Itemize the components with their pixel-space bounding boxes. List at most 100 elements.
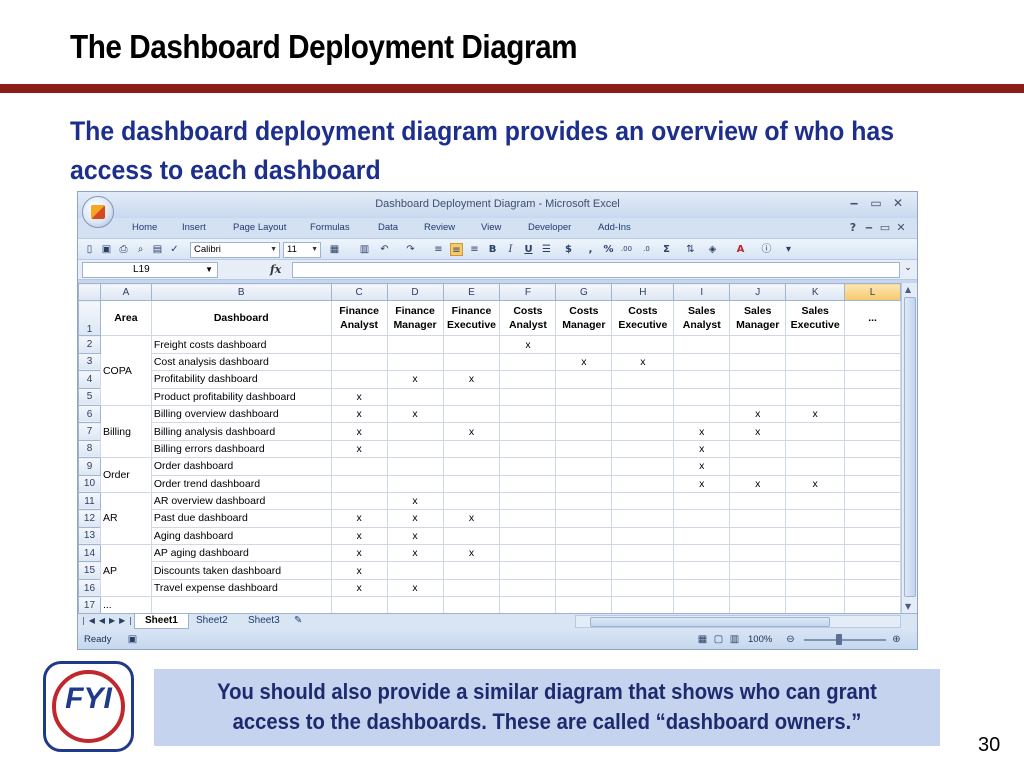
access-cell[interactable] [729,596,787,613]
access-cell[interactable]: x [330,404,388,424]
zoom-out-icon[interactable]: ⊖ [784,633,797,646]
access-cell[interactable]: x [330,439,388,459]
name-box[interactable]: L19 ▼ [82,262,218,278]
access-cell[interactable] [386,352,444,372]
row-header[interactable]: 13 [78,526,101,546]
access-cell[interactable] [442,474,501,493]
access-cell[interactable] [330,491,388,511]
access-cell[interactable] [555,335,613,354]
macro-record-icon[interactable]: ▣ [126,633,139,646]
access-cell[interactable] [555,561,613,580]
access-cell[interactable] [844,509,901,528]
access-cell[interactable] [499,544,557,563]
access-cell[interactable] [611,474,675,493]
dashboard-cell[interactable] [150,596,332,613]
help-icon[interactable]: ? [845,221,861,234]
role-header-cell[interactable]: ... [844,300,901,337]
access-cell[interactable] [673,370,731,389]
access-cell[interactable]: x [673,457,731,476]
access-cell[interactable] [442,457,501,476]
access-cell[interactable]: x [729,404,787,424]
access-cell[interactable] [673,544,731,563]
access-cell[interactable] [386,596,444,613]
minimize-icon[interactable]: ‒ [861,221,877,234]
access-cell[interactable] [555,474,613,493]
access-cell[interactable] [386,457,444,476]
area-cell[interactable]: COPA [99,335,152,406]
access-cell[interactable] [442,526,501,546]
close-icon[interactable]: ✕ [887,196,909,210]
access-cell[interactable] [499,474,557,493]
column-header[interactable]: A [99,283,152,302]
save-icon[interactable]: ▣ [100,243,113,256]
undo-icon[interactable]: ↶ [378,243,391,256]
zoom-slider[interactable] [804,639,886,641]
area-cell[interactable]: ... [99,596,152,613]
underline-icon[interactable]: U [522,243,535,256]
access-cell[interactable] [785,526,846,546]
access-cell[interactable] [844,387,901,406]
access-cell[interactable]: x [330,544,388,563]
page-layout-view-icon[interactable]: ▢ [712,633,725,646]
close-icon[interactable]: ✕ [893,221,909,234]
access-cell[interactable] [555,596,613,613]
access-cell[interactable]: x [673,422,731,441]
column-header[interactable]: E [442,283,501,302]
column-header[interactable]: C [330,283,388,302]
role-header-cell[interactable]: Sales Analyst [673,300,731,337]
access-cell[interactable]: x [673,439,731,459]
autosum-icon[interactable]: Σ [660,243,673,256]
new-icon[interactable]: ▯ [83,243,96,256]
access-cell[interactable] [330,352,388,372]
comma-style-icon[interactable]: , [584,243,597,256]
select-all-corner[interactable] [78,283,101,302]
column-header[interactable]: I [673,283,731,302]
access-cell[interactable]: x [330,561,388,580]
info-icon[interactable]: ⓘ [760,243,773,256]
access-cell[interactable]: x [442,370,501,389]
access-cell[interactable] [673,509,731,528]
zoom-slider-handle[interactable] [836,634,842,645]
access-cell[interactable] [785,335,846,354]
access-cell[interactable] [785,544,846,563]
decrease-decimal-icon[interactable]: .0 [640,243,653,256]
column-header[interactable]: K [785,283,846,302]
access-cell[interactable] [785,370,846,389]
access-cell[interactable] [555,544,613,563]
access-cell[interactable] [673,387,731,406]
restore-icon[interactable]: ▭ [877,221,893,234]
access-cell[interactable]: x [330,387,388,406]
access-cell[interactable] [611,526,675,546]
currency-icon[interactable]: $ [562,243,575,256]
restore-icon[interactable]: ▭ [865,196,887,210]
access-cell[interactable] [785,387,846,406]
increase-decimal-icon[interactable]: .00 [620,243,633,256]
access-cell[interactable] [673,561,731,580]
access-cell[interactable] [729,544,787,563]
access-cell[interactable] [673,526,731,546]
access-cell[interactable]: x [785,474,846,493]
scroll-thumb[interactable] [904,297,916,597]
access-cell[interactable] [673,352,731,372]
dashboard-cell[interactable]: Aging dashboard [150,526,332,546]
print-preview-icon[interactable]: ⌕ [134,243,147,256]
access-cell[interactable] [729,457,787,476]
access-cell[interactable] [442,578,501,598]
tab-add-ins[interactable]: Add-Ins [598,222,631,233]
access-cell[interactable] [844,491,901,511]
tab-home[interactable]: Home [132,222,157,233]
access-cell[interactable] [611,404,675,424]
access-cell[interactable] [611,335,675,354]
access-cell[interactable] [844,596,901,613]
column-header-selected[interactable]: L [844,283,901,302]
access-cell[interactable] [844,335,901,354]
row-header[interactable]: 4 [78,370,101,389]
access-cell[interactable] [673,596,731,613]
access-cell[interactable] [499,457,557,476]
access-cell[interactable] [673,335,731,354]
access-cell[interactable] [555,509,613,528]
access-cell[interactable] [611,544,675,563]
scroll-down-icon[interactable]: ▼ [905,602,911,611]
dashboard-cell[interactable]: Past due dashboard [150,509,332,528]
spelling-icon[interactable]: ✓ [168,243,181,256]
